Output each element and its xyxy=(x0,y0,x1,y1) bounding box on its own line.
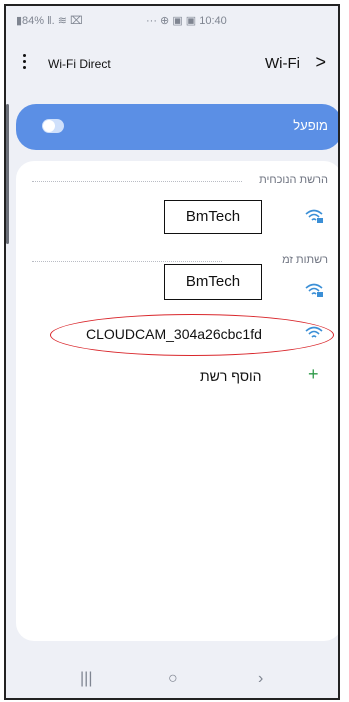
scroll-indicator xyxy=(6,104,9,244)
current-network-title: הרשת הנוכחית xyxy=(259,174,328,186)
wifi-toggle-card[interactable]: מופעל xyxy=(16,104,338,150)
wifi-direct-link[interactable]: Wi-Fi Direct xyxy=(48,57,111,71)
available-networks-title: רשתות זמ xyxy=(282,254,328,266)
recents-icon[interactable]: ||| xyxy=(80,670,92,688)
toggle-label: מופעל xyxy=(293,118,328,133)
toggle-knob xyxy=(43,120,55,132)
navigation-bar: ||| ○ › xyxy=(6,656,338,698)
divider xyxy=(32,261,222,262)
plus-icon: + xyxy=(308,364,319,384)
status-bar: ▮84% ǁ. ≋ ⌧ ··· ⊕ ▣ ▣ 10:40 xyxy=(6,6,338,34)
more-options-icon[interactable] xyxy=(18,50,32,74)
status-right: ··· ⊕ ▣ ▣ 10:40 xyxy=(146,15,227,27)
wifi-toggle-switch[interactable] xyxy=(42,119,64,133)
divider xyxy=(32,181,242,182)
wifi-lock-icon xyxy=(305,283,323,297)
wifi-title: Wi-Fi xyxy=(265,55,300,72)
phone-frame: ▮84% ǁ. ≋ ⌧ ··· ⊕ ▣ ▣ 10:40 Wi-Fi Direct… xyxy=(4,4,340,700)
chevron-right-icon[interactable]: > xyxy=(315,52,326,73)
back-icon[interactable]: › xyxy=(258,670,263,688)
highlight-oval xyxy=(50,314,334,356)
network-name: BmTech xyxy=(164,264,262,300)
wifi-lock-icon xyxy=(305,209,323,223)
add-network-label: הוסף רשת xyxy=(200,368,262,384)
header: Wi-Fi Direct Wi-Fi > xyxy=(6,44,338,84)
home-icon[interactable]: ○ xyxy=(168,670,178,688)
networks-card: הרשת הנוכחית BmTech רשתות זמ BmTech CLOU… xyxy=(16,161,338,641)
status-left: ▮84% ǁ. ≋ ⌧ xyxy=(16,15,83,27)
current-network-name: BmTech xyxy=(164,200,262,234)
